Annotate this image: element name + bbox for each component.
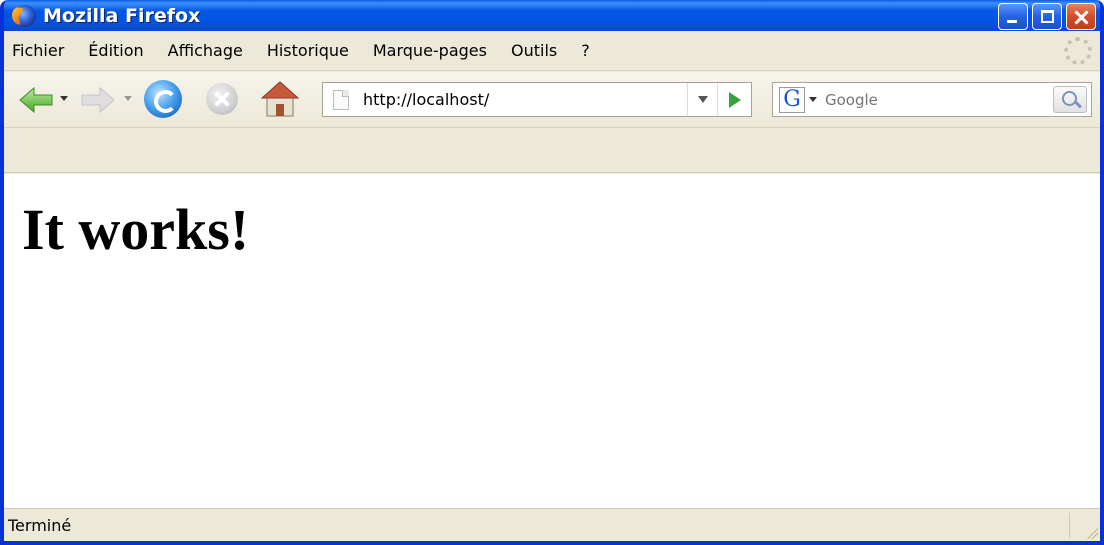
resize-grip-icon[interactable] [1084,525,1098,539]
maximize-icon [1041,10,1054,23]
search-input[interactable] [825,90,1025,109]
search-box[interactable]: G [772,82,1092,117]
bookmarks-toolbar [4,129,1100,173]
engine-dropdown-icon[interactable] [809,97,817,102]
search-button[interactable] [1053,86,1087,113]
menu-outils[interactable]: Outils [509,39,559,62]
url-history-dropdown[interactable] [687,83,717,116]
url-bar[interactable]: http://localhost/ [322,82,752,117]
reload-icon[interactable] [144,80,182,118]
browser-window: Mozilla Firefox Fichier Édition Affichag… [0,0,1104,545]
google-engine-icon[interactable]: G [779,86,805,113]
menu-affichage[interactable]: Affichage [166,39,245,62]
stop-icon[interactable] [206,83,238,115]
firefox-logo-icon [14,4,36,27]
menu-help[interactable]: ? [579,39,592,62]
url-text[interactable]: http://localhost/ [363,90,687,109]
home-icon[interactable] [260,80,300,118]
back-dropdown-icon[interactable] [60,96,68,101]
status-text: Terminé [8,515,72,535]
title-bar[interactable]: Mozilla Firefox [4,0,1100,31]
status-separator [1069,513,1070,538]
navigation-toolbar: http://localhost/ G [4,72,1100,128]
forward-arrow-icon[interactable] [80,86,116,114]
minimize-button[interactable] [998,3,1028,30]
minimize-icon [1007,20,1017,23]
page-icon [333,89,349,110]
back-arrow-icon[interactable] [18,86,54,114]
page-heading: It works! [22,197,250,262]
close-button[interactable] [1066,3,1096,30]
page-content: It works! [4,174,1100,508]
go-button[interactable] [717,83,751,116]
menu-edition[interactable]: Édition [86,39,145,62]
maximize-button[interactable] [1032,3,1062,30]
window-controls [998,3,1096,30]
forward-dropdown-icon[interactable] [124,96,132,101]
menu-bar: Fichier Édition Affichage Historique Mar… [4,31,1100,71]
menu-fichier[interactable]: Fichier [10,39,66,62]
throbber-icon [1064,37,1092,65]
status-bar: Terminé [4,508,1100,541]
menu-historique[interactable]: Historique [265,39,351,62]
menu-marque-pages[interactable]: Marque-pages [371,39,489,62]
close-icon [1067,4,1095,29]
window-title: Mozilla Firefox [43,4,201,27]
